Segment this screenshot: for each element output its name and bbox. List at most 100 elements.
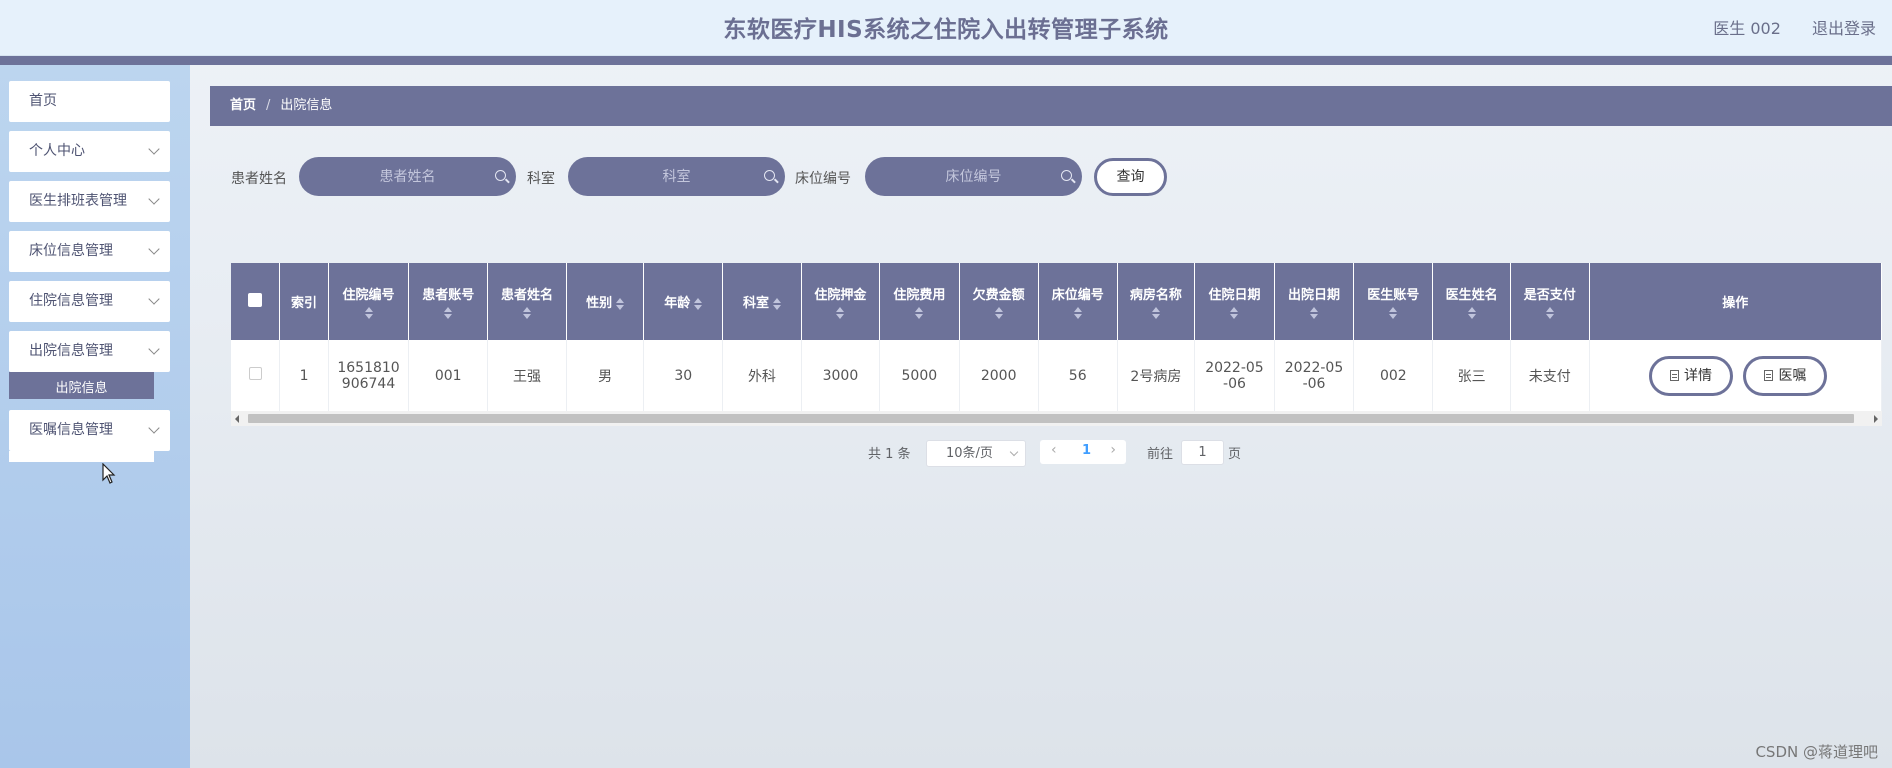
table-cell: 1651810 906744 xyxy=(328,340,410,413)
column-header[interactable]: 住院押金 xyxy=(801,263,881,340)
column-header[interactable]: 欠费金额 xyxy=(959,263,1039,340)
search-icon[interactable] xyxy=(764,170,775,181)
sort-icon[interactable] xyxy=(1230,307,1239,319)
sort-icon[interactable] xyxy=(694,297,703,310)
sort-icon[interactable] xyxy=(772,297,781,310)
sidebar-item-orders[interactable]: 医嘱信息管理 xyxy=(9,410,170,451)
query-button[interactable]: 查询 xyxy=(1094,158,1167,196)
scroll-right-icon[interactable] xyxy=(1874,415,1878,423)
csdn-watermark: CSDN @蒋道理吧 xyxy=(1755,743,1878,761)
sort-icon[interactable] xyxy=(1151,307,1160,319)
sort-icon[interactable] xyxy=(444,307,453,319)
column-header[interactable]: 病房名称 xyxy=(1117,263,1196,340)
breadcrumb-home[interactable]: 首页 xyxy=(230,98,256,113)
column-header[interactable]: 住院费用 xyxy=(879,263,960,340)
current-user[interactable]: 医生 002 xyxy=(1713,19,1781,38)
table-cell: 2000 xyxy=(959,340,1039,413)
sort-icon[interactable] xyxy=(1389,307,1398,319)
prev-page-icon[interactable]: ‹ xyxy=(1051,442,1057,458)
table-cell: 外科 xyxy=(722,340,802,413)
sidebar-item-label: 出院信息管理 xyxy=(29,343,113,359)
search-icon[interactable] xyxy=(495,170,506,181)
breadcrumb-separator: / xyxy=(266,98,271,113)
sort-icon[interactable] xyxy=(915,307,924,319)
table-cell: 001 xyxy=(408,340,489,413)
column-header: 索引 xyxy=(279,263,329,340)
column-header[interactable]: 是否支付 xyxy=(1510,263,1590,340)
column-header[interactable]: 科室 xyxy=(722,263,802,340)
next-page-icon[interactable]: › xyxy=(1110,442,1116,458)
department-search xyxy=(568,157,785,196)
table-row: 1 1651810 906744 001 王强 男 30 外科 3000 5000… xyxy=(231,340,1882,413)
detail-button[interactable]: 详情 xyxy=(1649,355,1734,396)
patient-name-label: 患者姓名 xyxy=(231,171,287,187)
chevron-down-icon xyxy=(148,422,160,434)
select-all-checkbox[interactable] xyxy=(248,292,263,307)
table-cell: 2号病房 xyxy=(1117,340,1196,413)
column-header[interactable]: 患者账号 xyxy=(408,263,489,340)
goto-page-input[interactable]: 1 xyxy=(1181,440,1224,465)
current-page-number[interactable]: 1 xyxy=(1082,443,1091,458)
sidebar-item-label: 床位信息管理 xyxy=(29,243,113,259)
logout-link[interactable]: 退出登录 xyxy=(1812,19,1876,38)
column-header[interactable]: 住院编号 xyxy=(328,263,410,340)
bed-input[interactable] xyxy=(865,157,1082,196)
sidebar-item-label: 住院信息管理 xyxy=(29,293,113,309)
sort-icon[interactable] xyxy=(836,307,845,319)
sidebar-item-discharge[interactable]: 出院信息管理 xyxy=(9,331,170,372)
column-header[interactable]: 医生姓名 xyxy=(1432,263,1511,340)
row-checkbox[interactable] xyxy=(248,367,262,381)
page-suffix-label: 页 xyxy=(1228,447,1242,462)
column-header[interactable]: 住院日期 xyxy=(1194,263,1275,340)
column-header[interactable]: 患者姓名 xyxy=(487,263,567,340)
top-header: 东软医疗HIS系统之住院入出转管理子系统 医生 002 退出登录 xyxy=(0,0,1892,56)
horizontal-scrollbar[interactable] xyxy=(231,411,1882,426)
patient-name-input[interactable] xyxy=(299,157,516,196)
chevron-down-icon xyxy=(148,143,160,155)
column-header: 操作 xyxy=(1589,263,1882,340)
sidebar-item-label: 首页 xyxy=(29,93,57,109)
discharge-table: 索引 住院编号 患者账号 患者姓名 性别 年龄 科室 住院押金 住院费用 欠费金… xyxy=(231,263,1882,425)
header-divider-bar xyxy=(0,56,1892,65)
column-header[interactable]: 医生账号 xyxy=(1353,263,1434,340)
sort-icon[interactable] xyxy=(364,307,373,319)
pagination-nav: ‹ 1 › xyxy=(1040,440,1126,464)
sidebar-item-personal-center[interactable]: 个人中心 xyxy=(9,131,170,172)
search-icon[interactable] xyxy=(1061,170,1072,181)
table-cell: 王强 xyxy=(487,340,567,413)
table-cell: 3000 xyxy=(801,340,881,413)
table-cell: 未支付 xyxy=(1510,340,1590,413)
header-user-area: 医生 002 退出登录 xyxy=(1687,15,1876,39)
sidebar-item-admission[interactable]: 住院信息管理 xyxy=(9,281,170,322)
department-input[interactable] xyxy=(568,157,785,196)
column-header[interactable]: 性别 xyxy=(566,263,645,340)
column-header[interactable]: 床位编号 xyxy=(1038,263,1118,340)
sidebar-item-label: 医生排班表管理 xyxy=(29,193,127,209)
sort-icon[interactable] xyxy=(994,307,1003,319)
column-header[interactable]: 年龄 xyxy=(643,263,724,340)
sort-icon[interactable] xyxy=(523,307,532,319)
table-cell: 002 xyxy=(1353,340,1434,413)
chevron-down-icon xyxy=(148,343,160,355)
row-select-cell[interactable] xyxy=(231,340,281,413)
sort-icon[interactable] xyxy=(616,297,625,310)
sidebar-item-home[interactable]: 首页 xyxy=(9,81,170,122)
sidebar-item-schedule[interactable]: 医生排班表管理 xyxy=(9,181,170,222)
sidebar-item-bed[interactable]: 床位信息管理 xyxy=(9,231,170,272)
sidebar-subitem-discharge-info[interactable]: 出院信息 xyxy=(9,372,154,399)
goto-label: 前往 xyxy=(1147,447,1174,462)
chevron-down-icon xyxy=(148,243,160,255)
sort-icon[interactable] xyxy=(1545,307,1554,319)
sort-icon[interactable] xyxy=(1073,307,1082,319)
page-size-select[interactable]: 10条/页 xyxy=(926,440,1026,467)
column-header[interactable]: 出院日期 xyxy=(1274,263,1355,340)
scrollbar-thumb[interactable] xyxy=(248,414,1854,423)
sort-icon[interactable] xyxy=(1310,307,1318,319)
select-all-header[interactable] xyxy=(231,263,281,340)
table-cell: 56 xyxy=(1038,340,1118,413)
sidebar-item-label: 个人中心 xyxy=(29,143,85,159)
medical-order-button[interactable]: 医嘱 xyxy=(1743,355,1828,396)
scroll-left-icon[interactable] xyxy=(235,415,239,423)
sort-icon[interactable] xyxy=(1467,307,1476,319)
table-cell: 30 xyxy=(643,340,724,413)
